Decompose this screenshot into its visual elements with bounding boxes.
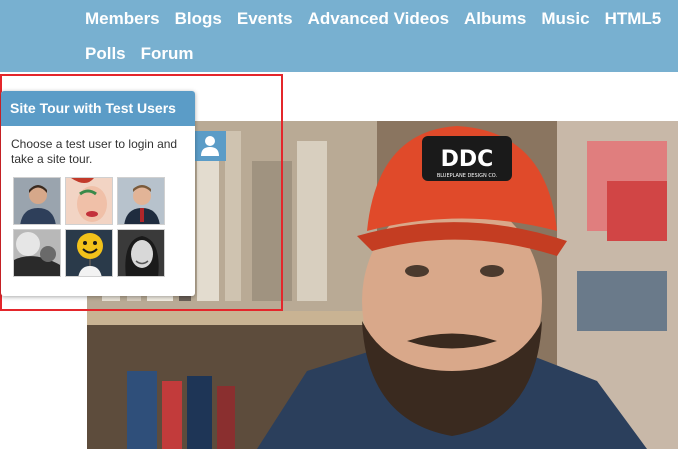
user-avatar-man-suit[interactable] [13, 177, 61, 225]
cap-text: DDC [441, 147, 494, 172]
nav-link-blogs[interactable]: Blogs [175, 8, 222, 30]
nav-link-forum[interactable]: Forum [141, 43, 194, 65]
nav-link-albums[interactable]: Albums [464, 8, 526, 30]
nav-link-advanced-videos[interactable]: Advanced Videos [308, 8, 449, 30]
user-avatar-woman-bw[interactable] [117, 229, 165, 277]
nav-link-events[interactable]: Events [237, 8, 293, 30]
user-avatar-grayscale-abstract[interactable] [13, 229, 61, 277]
test-user-avatars [13, 177, 169, 277]
site-tour-header: Site Tour with Test Users [1, 91, 195, 126]
top-navigation: Members Blogs Events Advanced Videos Alb… [0, 0, 678, 72]
user-avatar-smiley-balloon[interactable] [65, 229, 113, 277]
site-tour-panel: Site Tour with Test Users Choose a test … [1, 91, 195, 296]
user-avatar-woman-makeup[interactable] [65, 177, 113, 225]
nav-link-members[interactable]: Members [85, 8, 160, 30]
site-tour-description: Choose a test user to login and take a s… [11, 137, 178, 166]
nav-link-polls[interactable]: Polls [85, 43, 126, 65]
user-avatar-man-tie[interactable] [117, 177, 165, 225]
nav-row-secondary: Polls Forum [85, 43, 209, 65]
cap-subtext: BLUEPLANE DESIGN CO. [437, 173, 498, 179]
nav-link-html5[interactable]: HTML5 [605, 8, 662, 30]
nav-row-primary: Members Blogs Events Advanced Videos Alb… [85, 8, 676, 30]
nav-link-music[interactable]: Music [541, 8, 589, 30]
site-tour-title: Site Tour with Test Users [10, 100, 176, 116]
